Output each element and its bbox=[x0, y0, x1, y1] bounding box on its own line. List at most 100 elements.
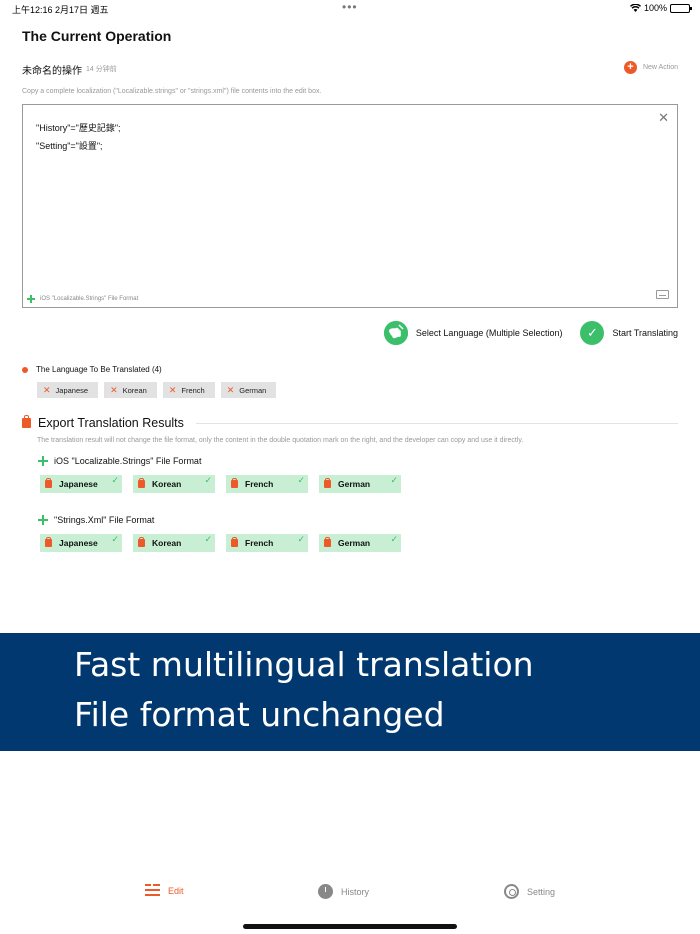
language-globe-icon[interactable] bbox=[383, 321, 408, 345]
result-label: Korean bbox=[152, 538, 182, 548]
target-language-heading: The Language To Be Translated (4) bbox=[22, 365, 162, 374]
language-chip-label: Japanese bbox=[55, 385, 89, 395]
bag-icon bbox=[138, 478, 145, 488]
format-icon bbox=[38, 456, 48, 466]
tab-edit-label: Edit bbox=[168, 885, 184, 896]
clear-icon[interactable]: ✕ bbox=[658, 111, 669, 124]
check-icon: ✓ bbox=[111, 475, 119, 485]
start-check-icon[interactable]: ✓ bbox=[580, 321, 605, 345]
check-icon: ✓ bbox=[297, 475, 305, 485]
result-chip[interactable]: Korean ✓ bbox=[133, 475, 215, 493]
tab-setting-label: Setting bbox=[527, 886, 556, 897]
result-chip[interactable]: Japanese ✓ bbox=[40, 475, 122, 493]
result-chip[interactable]: Japanese ✓ bbox=[40, 534, 122, 552]
export-note: The translation result will not change t… bbox=[37, 437, 524, 444]
editor-hint: Copy a complete localization ("Localizab… bbox=[22, 88, 322, 95]
ios-format-title: iOS "Localizable.Strings" File Format bbox=[54, 456, 202, 466]
check-icon: ✓ bbox=[390, 534, 398, 544]
xml-format-heading: "Strings.Xml" File Format bbox=[38, 515, 154, 525]
detected-format: iOS "Localizable.Strings" File Format bbox=[27, 295, 138, 303]
edit-icon bbox=[145, 884, 160, 897]
action-bar: Select Language (Multiple Selection) ✓ S… bbox=[383, 321, 678, 345]
language-chip-label: Korean bbox=[122, 385, 147, 395]
wifi-icon bbox=[629, 4, 641, 12]
language-chip-label: German bbox=[239, 385, 267, 395]
banner-line-1: Fast multilingual translation bbox=[74, 645, 534, 684]
detected-format-label: iOS "Localizable.Strings" File Format bbox=[40, 296, 139, 302]
multitask-dots-icon[interactable]: ••• bbox=[342, 0, 358, 14]
bag-icon bbox=[324, 537, 331, 547]
bag-icon bbox=[138, 537, 145, 547]
status-bar: 上午12:16 2月17日 週五 ••• 100% bbox=[0, 0, 700, 18]
start-translating-button[interactable]: Start Translating bbox=[612, 328, 678, 338]
result-chip[interactable]: French ✓ bbox=[226, 534, 308, 552]
language-chip[interactable]: ✕ French bbox=[162, 382, 215, 398]
format-icon bbox=[38, 515, 48, 525]
plus-icon: + bbox=[623, 61, 637, 74]
xml-results: Japanese ✓ Korean ✓ French ✓ German ✓ bbox=[40, 534, 401, 552]
home-indicator[interactable] bbox=[243, 924, 457, 929]
language-chip-label: French bbox=[181, 385, 205, 395]
battery-icon bbox=[670, 3, 692, 13]
result-label: German bbox=[338, 538, 371, 548]
result-label: German bbox=[338, 479, 371, 489]
remove-icon[interactable]: ✕ bbox=[227, 385, 235, 396]
select-language-button[interactable]: Select Language (Multiple Selection) bbox=[416, 328, 563, 338]
bag-icon bbox=[22, 415, 31, 428]
status-time: 上午12:16 2月17日 週五 bbox=[12, 5, 109, 15]
check-icon: ✓ bbox=[111, 534, 119, 544]
new-action-button[interactable]: + New Action bbox=[623, 61, 678, 74]
result-chip[interactable]: German ✓ bbox=[319, 475, 401, 493]
bag-icon bbox=[45, 478, 52, 488]
clock-icon bbox=[318, 884, 333, 899]
check-icon: ✓ bbox=[390, 475, 398, 485]
result-label: Korean bbox=[152, 479, 182, 489]
bullet-icon bbox=[22, 366, 28, 373]
remove-icon[interactable]: ✕ bbox=[110, 385, 118, 396]
bag-icon bbox=[45, 537, 52, 547]
tab-edit[interactable]: Edit bbox=[145, 884, 184, 897]
operation-name[interactable]: 未命名的操作 bbox=[22, 62, 82, 77]
tab-history[interactable]: History bbox=[318, 884, 369, 899]
tab-bar: Edit History Setting bbox=[0, 880, 700, 910]
editor-line: "Setting"="設置"; bbox=[36, 141, 103, 151]
status-right: 100% bbox=[629, 3, 692, 13]
export-title: Export Translation Results bbox=[38, 416, 184, 430]
check-icon: ✓ bbox=[297, 534, 305, 544]
result-chip[interactable]: German ✓ bbox=[319, 534, 401, 552]
localization-editor[interactable]: "History"="歷史記錄"; "Setting"="設置"; ✕ iOS … bbox=[22, 104, 678, 308]
operation-time: 14 分钟前 bbox=[86, 66, 117, 73]
result-chip[interactable]: French ✓ bbox=[226, 475, 308, 493]
language-chip[interactable]: ✕ German bbox=[220, 382, 277, 398]
target-language-title: The Language To Be Translated (4) bbox=[36, 365, 162, 374]
banner-line-2: File format unchanged bbox=[74, 695, 445, 734]
format-icon bbox=[27, 295, 35, 303]
result-chip[interactable]: Korean ✓ bbox=[133, 534, 215, 552]
battery-percent: 100% bbox=[643, 3, 667, 13]
tab-setting[interactable]: Setting bbox=[504, 884, 555, 899]
page-title: The Current Operation bbox=[22, 28, 172, 44]
gear-icon bbox=[504, 884, 519, 899]
bag-icon bbox=[231, 537, 238, 547]
ios-results: Japanese ✓ Korean ✓ French ✓ German ✓ bbox=[40, 475, 401, 493]
xml-format-title: "Strings.Xml" File Format bbox=[54, 515, 155, 525]
result-label: Japanese bbox=[59, 538, 98, 548]
keyboard-icon[interactable] bbox=[656, 290, 669, 299]
check-icon: ✓ bbox=[204, 475, 212, 485]
new-action-label: New Action bbox=[642, 64, 678, 71]
tab-history-label: History bbox=[341, 886, 370, 897]
editor-line: "History"="歷史記錄"; bbox=[36, 123, 121, 133]
remove-icon[interactable]: ✕ bbox=[169, 385, 177, 396]
result-label: Japanese bbox=[59, 479, 98, 489]
remove-icon[interactable]: ✕ bbox=[43, 385, 51, 396]
language-chip[interactable]: ✕ Korean bbox=[104, 382, 157, 398]
result-label: French bbox=[245, 538, 274, 548]
check-icon: ✓ bbox=[204, 534, 212, 544]
ios-format-heading: iOS "Localizable.Strings" File Format bbox=[38, 456, 201, 466]
export-heading: Export Translation Results bbox=[22, 415, 184, 430]
result-label: French bbox=[245, 479, 274, 489]
language-chip[interactable]: ✕ Japanese bbox=[37, 382, 99, 398]
promo-banner: Fast multilingual translation File forma… bbox=[0, 633, 700, 751]
bag-icon bbox=[324, 478, 331, 488]
target-language-list: ✕ Japanese ✕ Korean ✕ French ✕ German bbox=[37, 382, 277, 398]
